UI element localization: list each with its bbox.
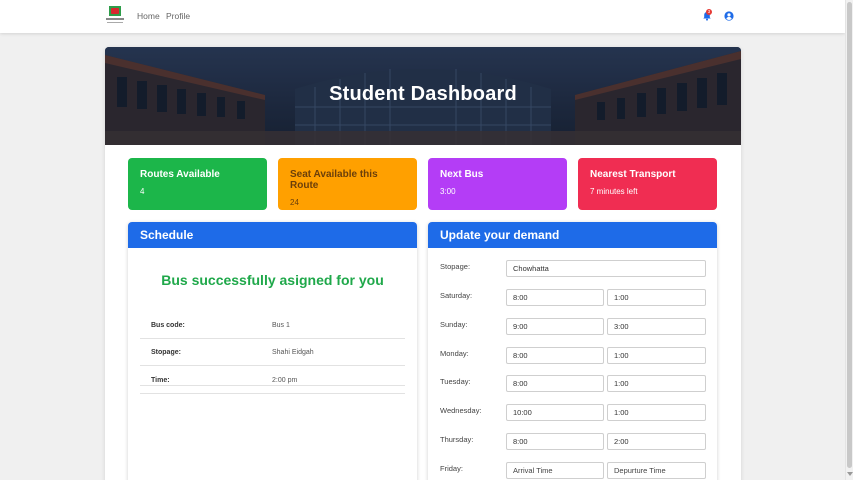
top-navbar: Home Profile 3 bbox=[0, 0, 845, 33]
demand-heading: Update your demand bbox=[428, 222, 717, 248]
assignment-success-message: Bus successfully asigned for you bbox=[161, 272, 384, 288]
thursday-departure-input[interactable] bbox=[607, 433, 706, 450]
friday-departure-input[interactable] bbox=[607, 462, 706, 479]
wednesday-departure-input[interactable] bbox=[607, 404, 706, 421]
day-label-thursday: Thursday: bbox=[440, 435, 474, 444]
stat-card-seats: Seat Available this Route 24 bbox=[278, 158, 417, 210]
stat-title: Seat Available this Route bbox=[290, 169, 378, 191]
stopage-label: Stopage: bbox=[440, 262, 471, 271]
row-label: Time: bbox=[151, 377, 170, 384]
sunday-departure-input[interactable] bbox=[607, 318, 706, 335]
stat-value: 4 bbox=[140, 187, 145, 196]
university-logo[interactable] bbox=[106, 6, 124, 27]
row-label: Stopage: bbox=[151, 349, 181, 356]
schedule-row-time: Time: 2:00 pm bbox=[140, 367, 405, 394]
stat-value: 7 minutes left bbox=[590, 187, 638, 196]
notification-badge: 3 bbox=[706, 9, 712, 15]
saturday-arrival-input[interactable] bbox=[506, 289, 604, 306]
thursday-arrival-input[interactable] bbox=[506, 433, 604, 450]
row-label: Bus code: bbox=[151, 322, 185, 329]
dashboard-banner: Student Dashboard bbox=[105, 47, 741, 145]
sunday-arrival-input[interactable] bbox=[506, 318, 604, 335]
stat-value: 24 bbox=[290, 198, 299, 207]
user-circle-icon[interactable] bbox=[724, 11, 734, 21]
stopage-input[interactable] bbox=[506, 260, 706, 277]
day-label-wednesday: Wednesday: bbox=[440, 406, 482, 415]
day-label-saturday: Saturday: bbox=[440, 291, 473, 300]
friday-arrival-input[interactable] bbox=[506, 462, 604, 479]
day-label-friday: Friday: bbox=[440, 464, 463, 473]
stat-card-routes: Routes Available 4 bbox=[128, 158, 267, 210]
monday-arrival-input[interactable] bbox=[506, 347, 604, 364]
row-value: Shahi Eidgah bbox=[272, 349, 314, 356]
page-title: Student Dashboard bbox=[329, 83, 517, 105]
day-label-monday: Monday: bbox=[440, 349, 469, 358]
wednesday-arrival-input[interactable] bbox=[506, 404, 604, 421]
nav-profile-link[interactable]: Profile bbox=[166, 11, 190, 21]
dashboard-card: Student Dashboard Routes Available 4 Sea… bbox=[105, 47, 741, 480]
update-demand-panel: Update your demand Stopage: Saturday: Su… bbox=[428, 222, 717, 480]
monday-departure-input[interactable] bbox=[607, 347, 706, 364]
stat-title: Next Bus bbox=[440, 169, 484, 180]
stat-value: 3:00 bbox=[440, 187, 456, 196]
page-scrollbar[interactable] bbox=[845, 0, 853, 480]
schedule-heading: Schedule bbox=[128, 222, 417, 248]
stat-title: Routes Available bbox=[140, 169, 220, 180]
tuesday-arrival-input[interactable] bbox=[506, 375, 604, 392]
schedule-row-bus-code: Bus code: Bus 1 bbox=[140, 312, 405, 339]
row-value: 2:00 pm bbox=[272, 377, 298, 384]
saturday-departure-input[interactable] bbox=[607, 289, 706, 306]
scrollbar-thumb[interactable] bbox=[847, 2, 852, 468]
scroll-down-arrow-icon[interactable] bbox=[847, 472, 853, 476]
stat-card-nearest-transport: Nearest Transport 7 minutes left bbox=[578, 158, 717, 210]
stat-card-next-bus: Next Bus 3:00 bbox=[428, 158, 567, 210]
schedule-panel: Schedule Bus successfully asigned for yo… bbox=[128, 222, 417, 480]
row-value: Bus 1 bbox=[272, 322, 290, 329]
day-label-sunday: Sunday: bbox=[440, 320, 468, 329]
nav-home-link[interactable]: Home bbox=[137, 11, 160, 21]
tuesday-departure-input[interactable] bbox=[607, 375, 706, 392]
schedule-row-stopage: Stopage: Shahi Eidgah bbox=[140, 339, 405, 366]
stat-title: Nearest Transport bbox=[590, 169, 676, 180]
day-label-tuesday: Tuesday: bbox=[440, 377, 471, 386]
